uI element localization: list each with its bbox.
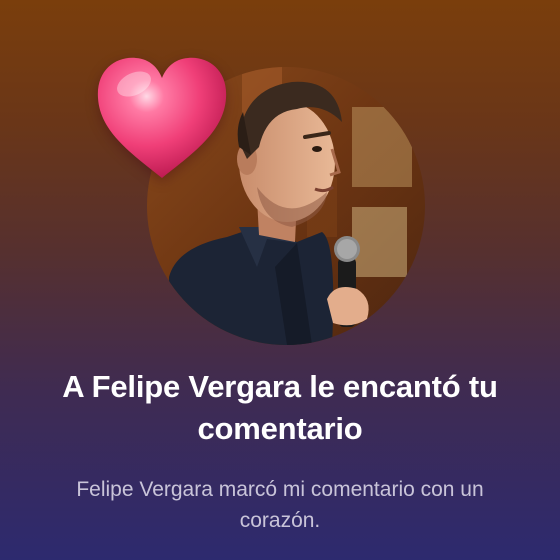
heart-icon	[92, 50, 232, 186]
reaction-notification-card: A Felipe Vergara le encantó tu comentari…	[0, 0, 560, 560]
notification-subtitle: Felipe Vergara marcó mi comentario con u…	[76, 478, 484, 532]
notification-title: A Felipe Vergara le encantó tu comentari…	[62, 369, 498, 446]
